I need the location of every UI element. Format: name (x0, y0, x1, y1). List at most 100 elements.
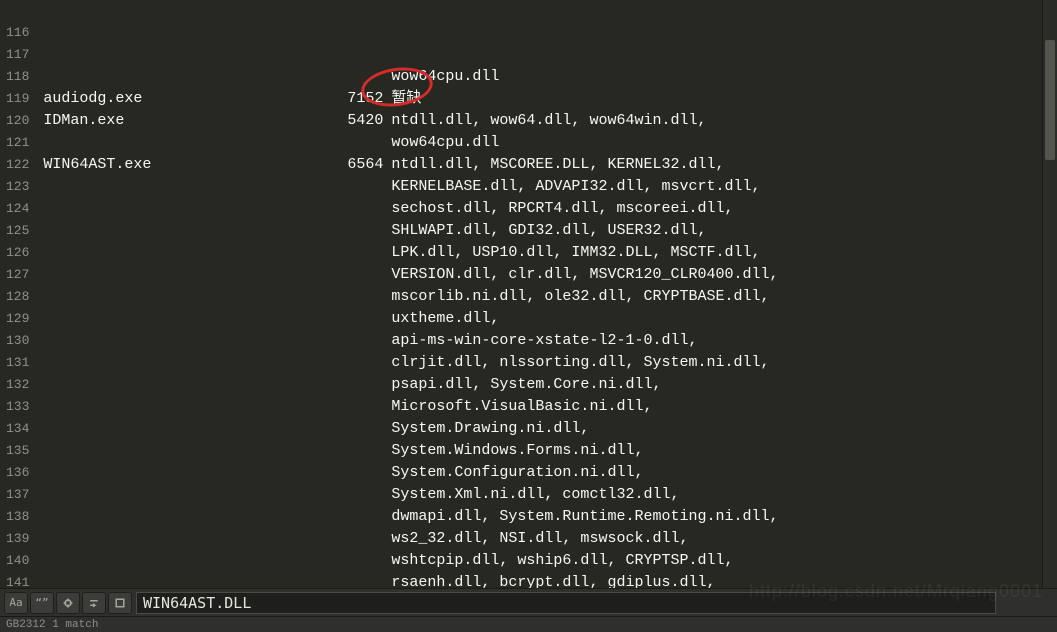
process-id (337, 66, 391, 88)
process-name (43, 176, 337, 198)
line-number: 140 (6, 550, 29, 572)
in-selection-button[interactable] (108, 592, 132, 614)
process-name (43, 220, 337, 242)
code-line[interactable]: WIN64AST.exe6564ntdll.dll, MSCOREE.DLL, … (43, 154, 1042, 176)
vertical-scrollbar[interactable] (1042, 0, 1057, 588)
status-text: GB2312 1 match (6, 619, 98, 631)
match-case-button[interactable]: Aa (4, 592, 28, 614)
dll-list: LPK.dll, USP10.dll, IMM32.DLL, MSCTF.dll… (391, 242, 1042, 264)
line-number: 123 (6, 176, 29, 198)
process-id: 6564 (337, 154, 391, 176)
line-number: 137 (6, 484, 29, 506)
code-line[interactable]: LPK.dll, USP10.dll, IMM32.DLL, MSCTF.dll… (43, 242, 1042, 264)
line-number: 116 (6, 22, 29, 44)
process-id (337, 242, 391, 264)
process-name (43, 506, 337, 528)
dll-list: api-ms-win-core-xstate-l2-1-0.dll, (391, 330, 1042, 352)
line-number: 120 (6, 110, 29, 132)
process-id (337, 286, 391, 308)
line-number: 134 (6, 418, 29, 440)
status-bar: GB2312 1 match (0, 616, 1057, 632)
line-number: 131 (6, 352, 29, 374)
code-line[interactable]: clrjit.dll, nlssorting.dll, System.ni.dl… (43, 352, 1042, 374)
line-number: 130 (6, 330, 29, 352)
code-line[interactable]: dwmapi.dll, System.Runtime.Remoting.ni.d… (43, 506, 1042, 528)
line-number: 141 (6, 572, 29, 588)
line-number: 129 (6, 308, 29, 330)
regex-button[interactable] (56, 592, 80, 614)
code-line[interactable]: wow64cpu.dll (43, 66, 1042, 88)
code-line[interactable]: ws2_32.dll, NSI.dll, mswsock.dll, (43, 528, 1042, 550)
line-number: 125 (6, 220, 29, 242)
code-line[interactable]: psapi.dll, System.Core.ni.dll, (43, 374, 1042, 396)
dll-list: 暂缺 (391, 88, 1042, 110)
find-input[interactable] (136, 592, 996, 614)
dll-list: System.Windows.Forms.ni.dll, (391, 440, 1042, 462)
process-name (43, 396, 337, 418)
process-name (43, 330, 337, 352)
dll-list: wshtcpip.dll, wship6.dll, CRYPTSP.dll, (391, 550, 1042, 572)
process-id (337, 484, 391, 506)
code-line[interactable]: wshtcpip.dll, wship6.dll, CRYPTSP.dll, (43, 550, 1042, 572)
dll-list: mscorlib.ni.dll, ole32.dll, CRYPTBASE.dl… (391, 286, 1042, 308)
process-id (337, 198, 391, 220)
line-number: 126 (6, 242, 29, 264)
process-name (43, 462, 337, 484)
process-id (337, 220, 391, 242)
process-id (337, 352, 391, 374)
code-line[interactable]: System.Windows.Forms.ni.dll, (43, 440, 1042, 462)
code-line[interactable]: sechost.dll, RPCRT4.dll, mscoreei.dll, (43, 198, 1042, 220)
process-name (43, 286, 337, 308)
process-id: 5420 (337, 110, 391, 132)
process-id (337, 396, 391, 418)
code-line[interactable]: System.Xml.ni.dll, comctl32.dll, (43, 484, 1042, 506)
whole-word-button[interactable]: “” (30, 592, 54, 614)
code-line[interactable]: System.Drawing.ni.dll, (43, 418, 1042, 440)
dll-list: wow64cpu.dll (391, 132, 1042, 154)
process-id (337, 572, 391, 588)
process-name (43, 572, 337, 588)
process-id (337, 550, 391, 572)
code-line[interactable]: rsaenh.dll, bcrypt.dll, gdiplus.dll, (43, 572, 1042, 588)
wrap-icon (88, 597, 100, 609)
dll-list: VERSION.dll, clr.dll, MSVCR120_CLR0400.d… (391, 264, 1042, 286)
regex-icon (62, 597, 74, 609)
dll-list: wow64cpu.dll (391, 66, 1042, 88)
wrap-button[interactable] (82, 592, 106, 614)
code-line[interactable]: SHLWAPI.dll, GDI32.dll, USER32.dll, (43, 220, 1042, 242)
code-line[interactable]: VERSION.dll, clr.dll, MSVCR120_CLR0400.d… (43, 264, 1042, 286)
code-line[interactable]: Microsoft.VisualBasic.ni.dll, (43, 396, 1042, 418)
code-line[interactable]: uxtheme.dll, (43, 308, 1042, 330)
code-line[interactable]: wow64cpu.dll (43, 132, 1042, 154)
line-number: 139 (6, 528, 29, 550)
process-id (337, 418, 391, 440)
line-number: 122 (6, 154, 29, 176)
code-line[interactable]: IDMan.exe5420ntdll.dll, wow64.dll, wow64… (43, 110, 1042, 132)
dll-list: sechost.dll, RPCRT4.dll, mscoreei.dll, (391, 198, 1042, 220)
process-name (43, 66, 337, 88)
code-line[interactable]: System.Configuration.ni.dll, (43, 462, 1042, 484)
process-name: IDMan.exe (43, 110, 337, 132)
dll-list: ws2_32.dll, NSI.dll, mswsock.dll, (391, 528, 1042, 550)
process-name (43, 374, 337, 396)
code-line[interactable]: audiodg.exe7152暂缺 (43, 88, 1042, 110)
dll-list: uxtheme.dll, (391, 308, 1042, 330)
line-number: 118 (6, 66, 29, 88)
dll-list: SHLWAPI.dll, GDI32.dll, USER32.dll, (391, 220, 1042, 242)
process-id (337, 440, 391, 462)
process-name (43, 352, 337, 374)
process-id (337, 462, 391, 484)
process-name (43, 264, 337, 286)
process-id (337, 132, 391, 154)
process-name (43, 198, 337, 220)
code-line[interactable]: mscorlib.ni.dll, ole32.dll, CRYPTBASE.dl… (43, 286, 1042, 308)
code-line[interactable]: api-ms-win-core-xstate-l2-1-0.dll, (43, 330, 1042, 352)
process-name (43, 132, 337, 154)
line-number: 133 (6, 396, 29, 418)
process-name (43, 242, 337, 264)
code-line[interactable]: KERNELBASE.dll, ADVAPI32.dll, msvcrt.dll… (43, 176, 1042, 198)
editor-text[interactable]: wow64cpu.dllaudiodg.exe7152暂缺IDMan.exe54… (43, 0, 1042, 588)
scrollbar-thumb[interactable] (1045, 40, 1055, 160)
process-id (337, 330, 391, 352)
process-name: audiodg.exe (43, 88, 337, 110)
